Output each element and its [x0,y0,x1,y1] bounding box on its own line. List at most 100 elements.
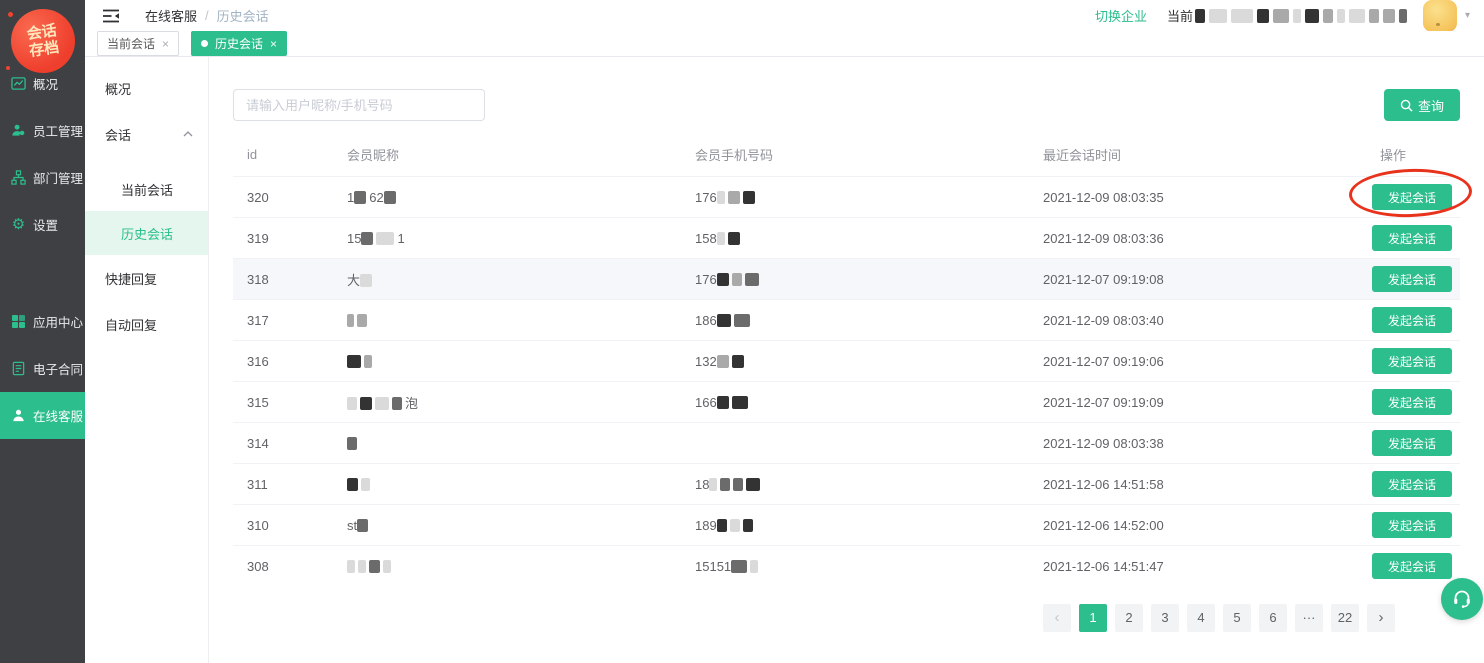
cell-nickname [333,300,681,341]
visible-text-fragment: 189 [695,518,717,533]
tab-history-session[interactable]: 历史会话× [191,31,287,56]
sidebar-item-department[interactable]: 部门管理 [0,154,85,201]
start-session-button[interactable]: 发起会话 [1372,266,1452,292]
apps-icon [10,313,27,330]
redacted-block [384,191,396,204]
redacted-block [750,560,758,573]
column-header-nickname: 会员昵称 [333,143,681,177]
start-session-button[interactable]: 发起会话 [1372,389,1452,415]
sidebar-item-e-contract[interactable]: 电子合同 [0,345,85,392]
sidebar-item-online-service[interactable]: 在线客服 [0,392,85,439]
breadcrumb-section[interactable]: 在线客服 [145,6,197,25]
start-session-button[interactable]: 发起会话 [1372,184,1452,210]
redacted-block [717,314,731,327]
chevron-up-icon[interactable] [183,131,193,137]
visible-text-fragment: 大 [347,273,360,288]
collapse-menu-icon[interactable] [102,8,120,24]
redacted-block [347,478,358,491]
pagination-page-4[interactable]: 4 [1187,604,1215,632]
switch-company-link[interactable]: 切换企业 [1095,6,1147,25]
redacted-block [361,478,370,491]
start-session-button[interactable]: 发起会话 [1372,307,1452,333]
cell-session-time: 2021-12-06 14:51:58 [1029,464,1340,505]
submenu-item-auto-reply[interactable]: 自动回复 [85,301,208,347]
pagination-page-1[interactable]: 1 [1079,604,1107,632]
breadcrumb-current-page: 历史会话 [217,6,269,25]
cell-id: 315 [233,382,333,423]
cell-phone: 18 [681,464,1029,505]
cell-action: 发起会话 [1340,341,1460,382]
pagination-page-22[interactable]: 22 [1331,604,1359,632]
cell-action: 发起会话 [1340,259,1460,300]
visible-text-fragment: 176 [695,272,717,287]
start-session-button[interactable]: 发起会话 [1372,553,1452,579]
submenu-item-session[interactable]: 会话 [85,111,208,157]
pagination-page-3[interactable]: 3 [1151,604,1179,632]
customer-service-button[interactable] [1441,578,1483,620]
cell-phone: 176 [681,259,1029,300]
sidebar-item-label: 员工管理 [33,121,83,140]
logo-text-line2: 存档 [28,39,60,60]
cell-id: 314 [233,423,333,464]
redacted-block [1257,9,1269,23]
redacted-block [717,232,725,245]
sidebar-item-settings[interactable]: ⚙设置 [0,201,85,248]
pagination-next-button[interactable]: › [1367,604,1395,632]
redacted-block [1399,9,1407,23]
submenu-item-current-session[interactable]: 当前会话 [85,167,208,211]
start-session-button[interactable]: 发起会话 [1372,512,1452,538]
redacted-block [357,314,367,327]
sidebar-item-label: 设置 [33,215,58,234]
redacted-block [732,273,742,286]
cell-session-time: 2021-12-09 08:03:35 [1029,177,1340,218]
pagination-page-6[interactable]: 6 [1259,604,1287,632]
cell-session-time: 2021-12-09 08:03:38 [1029,423,1340,464]
search-icon [1400,99,1413,112]
pagination: ‹ 123456 ··· 22 › [233,604,1460,632]
redacted-block [347,397,357,410]
sidebar-item-app-center[interactable]: 应用中心 [0,298,85,345]
start-session-button[interactable]: 发起会话 [1372,471,1452,497]
start-session-button[interactable]: 发起会话 [1372,348,1452,374]
start-session-button[interactable]: 发起会话 [1372,225,1452,251]
start-session-button[interactable]: 发起会话 [1372,430,1452,456]
cell-session-time: 2021-12-06 14:52:00 [1029,505,1340,546]
search-input[interactable] [233,89,485,121]
table-row: 310 st 189 2021-12-06 14:52:00 发起会话 [233,505,1460,546]
sidebar-item-label: 部门管理 [33,168,83,187]
query-button[interactable]: 查询 [1384,89,1460,121]
close-icon[interactable]: × [162,37,169,51]
sidebar-item-overview[interactable]: 概况 [0,60,85,107]
visible-text-fragment: st [347,518,357,533]
cell-id: 308 [233,546,333,587]
close-icon[interactable]: × [270,37,277,51]
submenu-item-history-session[interactable]: 历史会话 [85,211,208,255]
pagination-page-5[interactable]: 5 [1223,604,1251,632]
cell-nickname [333,464,681,505]
visible-text-fragment: 泡 [405,396,418,411]
company-name-redacted [1195,9,1411,23]
cell-action: 发起会话 [1340,423,1460,464]
visible-text-fragment: 15151 [695,559,731,574]
pagination-page-2[interactable]: 2 [1115,604,1143,632]
submenu-item-label: 会话 [105,125,131,144]
user-avatar[interactable] [1423,0,1457,32]
pagination-prev-button[interactable]: ‹ [1043,604,1071,632]
service-icon [10,407,27,424]
sidebar-item-staff[interactable]: 员工管理 [0,107,85,154]
chevron-down-icon[interactable]: ▾ [1465,10,1470,21]
cell-phone: 132 [681,341,1029,382]
submenu-item-quick-reply[interactable]: 快捷回复 [85,255,208,301]
cell-nickname: 泡 [333,382,681,423]
cell-action: 发起会话 [1340,505,1460,546]
redacted-block [743,191,755,204]
tab-current-session[interactable]: 当前会话× [97,31,179,56]
table-row: 318大1762021-12-07 09:19:08发起会话 [233,259,1460,300]
cell-id: 310 [233,505,333,546]
cell-nickname: 151 [333,218,681,259]
cell-session-time: 2021-12-07 09:19:09 [1029,382,1340,423]
submenu-item-overview[interactable]: 概况 [85,65,208,111]
redacted-block [746,478,760,491]
sessions-table: id会员昵称会员手机号码最近会话时间操作 3201621762021-12-09… [233,143,1460,587]
pagination-ellipsis[interactable]: ··· [1295,604,1323,632]
